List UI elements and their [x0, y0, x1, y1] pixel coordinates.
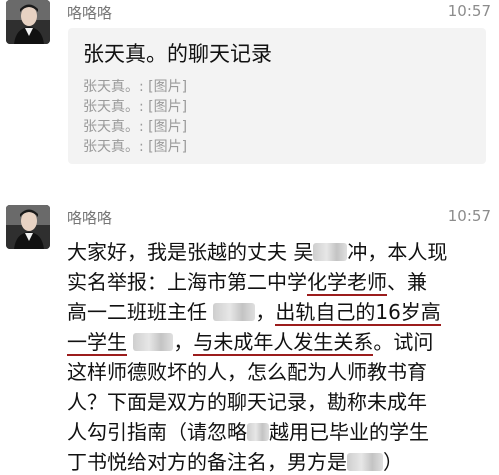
sender-name: 咯咯咯 — [67, 4, 113, 22]
chat-record-line: 张天真。: [图片] — [83, 119, 188, 135]
avatar[interactable] — [6, 205, 50, 249]
text-segment: 冲，本人现 — [347, 240, 448, 264]
text-line: 大家好，我是张越的丈夫 吴 冲，本人现 — [67, 237, 492, 267]
text-segment: ） — [383, 450, 403, 474]
text-line: 一学生 ，与未成年人发生关系。试问 — [67, 327, 492, 357]
text-line: 人？下面是双方的聊天记录，勘称未成年 — [67, 390, 427, 414]
underlined-text: 一学生 — [67, 330, 127, 354]
message-time: 10:57 — [447, 2, 491, 20]
text-segment: 大家好，我是张越的丈夫 吴 — [67, 240, 314, 264]
redaction-blur — [133, 333, 174, 351]
text-segment: 越用已毕业的学生 — [269, 420, 429, 444]
text-segment: 丁书悦给对方的备注名，男方是 — [67, 450, 347, 474]
underlined-text: 出轨自己的16岁高 — [275, 300, 441, 324]
chat-record-line: 张天真。: [图片] — [83, 99, 188, 115]
redaction-blur — [313, 243, 348, 261]
sender-name: 咯咯咯 — [67, 209, 113, 227]
text-line: 这样师德败坏的人，怎么配为人师教书育 — [67, 360, 427, 384]
chat-screen: 咯咯咯 10:57 张天真。的聊天记录 张天真。: [图片] 张天真。: [图片… — [0, 0, 499, 475]
text-segment: 高一二班班主任 — [67, 300, 214, 324]
chat-record-line: 张天真。: [图片] — [83, 139, 188, 155]
message-time: 10:57 — [447, 207, 491, 225]
avatar[interactable] — [6, 0, 50, 44]
text-segment: 。试问 — [373, 330, 434, 354]
text-segment: 人勾引指南（请忽略 — [67, 420, 247, 444]
redaction-blur — [213, 303, 256, 321]
avatar-photo-icon — [6, 0, 50, 44]
underlined-text: 与未成年人发生关系 — [193, 330, 374, 354]
chat-record-card[interactable]: 张天真。的聊天记录 张天真。: [图片] 张天真。: [图片] 张天真。: [图… — [68, 28, 486, 164]
text-segment: ， — [255, 300, 276, 324]
text-line: 实名举报：上海市第二中学化学老师、兼 — [67, 267, 492, 297]
text-segment: 实名举报：上海市第二中学 — [67, 270, 307, 294]
underlined-text: 化学老师 — [307, 270, 387, 294]
text-line: 人勾引指南（请忽略 越用已毕业的学生 — [67, 417, 492, 447]
text-segment: 、兼 — [387, 270, 427, 294]
text-line: 高一二班班主任 ，出轨自己的16岁高 — [67, 297, 492, 327]
message-1: 咯咯咯 10:57 张天真。的聊天记录 张天真。: [图片] 张天真。: [图片… — [0, 0, 499, 170]
redaction-blur — [247, 423, 269, 441]
message-text[interactable]: 大家好，我是张越的丈夫 吴 冲，本人现 实名举报：上海市第二中学化学老师、兼 高一… — [67, 237, 492, 475]
chat-record-line: 张天真。: [图片] — [83, 79, 188, 95]
text-segment: ， — [173, 330, 194, 354]
chat-record-title: 张天真。的聊天记录 — [83, 42, 272, 66]
redaction-blur — [347, 453, 383, 471]
avatar-photo-icon — [6, 205, 50, 249]
text-line: 丁书悦给对方的备注名，男方是 ） — [67, 447, 492, 475]
